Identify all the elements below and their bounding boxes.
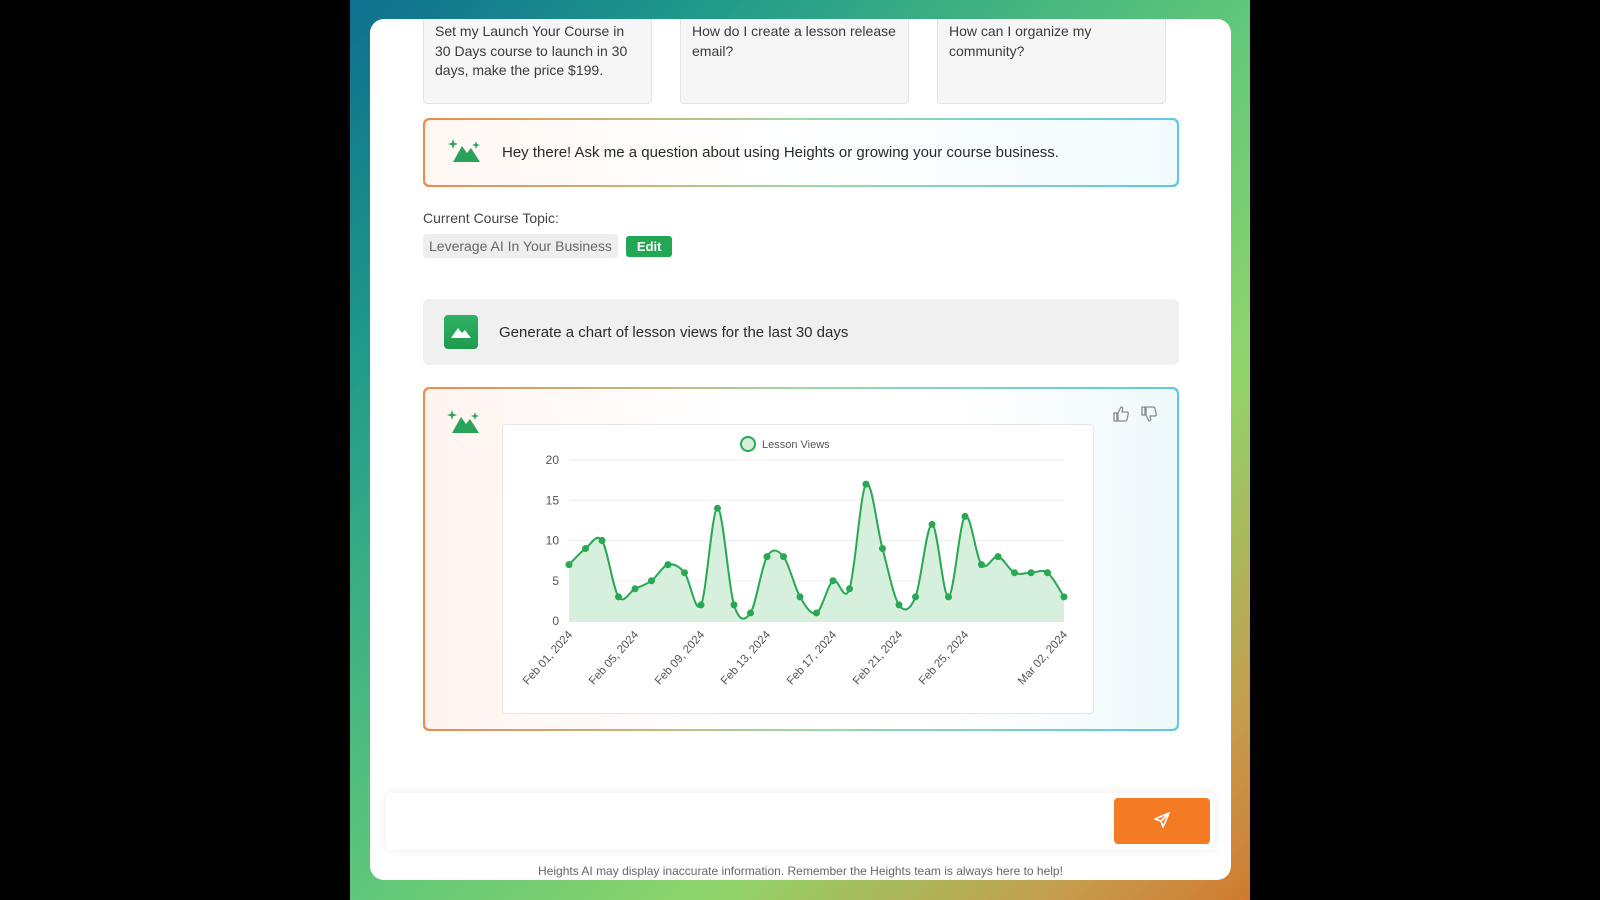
data-point [895, 601, 903, 609]
app-background: Set my Launch Your Course in 30 Days cou… [350, 0, 1250, 900]
y-axis: 0 5 10 15 20 [546, 453, 560, 628]
thumbs-up-icon[interactable] [1112, 405, 1130, 428]
x-tick-label: Feb 17, 2024 [785, 629, 840, 688]
data-point [1011, 569, 1018, 577]
legend-label: Lesson Views [762, 439, 830, 451]
feedback-buttons [1112, 405, 1158, 428]
x-tick-label: Feb 25, 2024 [917, 629, 972, 688]
y-tick-label: 20 [546, 453, 560, 467]
x-tick-label: Mar 02, 2024 [1016, 629, 1071, 688]
x-tick-label: Feb 13, 2024 [719, 629, 774, 688]
ai-chart-response: Lesson Views 0 5 10 15 20 Feb 01, 2024 Feb 05… [423, 387, 1179, 731]
paper-plane-icon [1153, 811, 1171, 832]
data-point [730, 601, 738, 609]
data-point [1060, 593, 1068, 601]
x-tick-label: Feb 01, 2024 [521, 629, 576, 688]
data-point [615, 593, 622, 601]
sparkle-mountain-icon [447, 136, 483, 169]
data-point [631, 585, 639, 593]
y-tick-label: 15 [546, 493, 560, 507]
ai-chart-response-body: Lesson Views 0 5 10 15 20 Feb 01, 2024 Feb 05… [425, 389, 1177, 729]
data-point [912, 593, 919, 601]
send-button[interactable] [1114, 798, 1210, 844]
data-point [648, 577, 655, 585]
data-point [714, 504, 721, 512]
data-point [862, 480, 870, 488]
ai-chat-panel: Set my Launch Your Course in 30 Days cou… [370, 19, 1231, 880]
sparkle-mountain-icon [446, 407, 482, 440]
data-point [697, 601, 705, 609]
suggestion-text: How do I create a lesson release email? [692, 23, 896, 59]
chart-area [568, 482, 1065, 621]
disclaimer-text: Heights AI may display inaccurate inform… [538, 864, 1063, 878]
x-tick-label: Feb 21, 2024 [851, 629, 906, 688]
data-point [846, 585, 853, 593]
data-point [928, 520, 936, 528]
mountain-icon [444, 315, 478, 349]
data-point [664, 561, 672, 569]
data-point [565, 561, 573, 569]
chat-input-bar [386, 793, 1215, 850]
legend-marker [740, 436, 756, 452]
data-point [1044, 569, 1051, 577]
data-point [582, 545, 589, 553]
data-point [829, 577, 837, 585]
suggestion-text: Set my Launch Your Course in 30 Days cou… [435, 23, 628, 78]
data-point [796, 593, 804, 601]
x-tick-label: Feb 05, 2024 [587, 629, 642, 688]
lesson-views-chart: Lesson Views 0 5 10 15 20 Feb 01, 2024 Feb 05… [521, 436, 1071, 688]
data-point [780, 553, 787, 561]
suggestion-card[interactable]: How do I create a lesson release email? [680, 19, 909, 104]
data-point [813, 609, 820, 617]
greeting-text: Hey there! Ask me a question about using… [502, 144, 1059, 161]
edit-topic-button[interactable]: Edit [625, 235, 673, 257]
series-area-fill [569, 483, 1064, 621]
data-point [879, 545, 886, 553]
suggestion-card[interactable]: Set my Launch Your Course in 30 Days cou… [423, 19, 652, 104]
user-message: Generate a chart of lesson views for the… [423, 299, 1179, 365]
course-topic-row: Leverage AI In Your Business Edit [423, 234, 673, 258]
thumbs-down-icon[interactable] [1140, 405, 1158, 428]
ai-greeting-message: Hey there! Ask me a question about using… [423, 118, 1179, 187]
data-point [747, 609, 754, 617]
y-tick-label: 10 [546, 534, 560, 548]
x-axis: Feb 01, 2024 Feb 05, 2024 Feb 09, 2024 Feb … [521, 629, 1071, 688]
lesson-views-chart-card: Lesson Views 0 5 10 15 20 Feb 01, 2024 Feb 05… [502, 424, 1094, 714]
data-point [681, 569, 688, 577]
suggestion-text: How can I organize my community? [949, 23, 1092, 59]
suggestion-card[interactable]: How can I organize my community? [937, 19, 1166, 104]
x-tick-label: Feb 09, 2024 [653, 629, 708, 688]
y-tick-label: 5 [552, 574, 559, 588]
data-point [961, 512, 969, 520]
user-message-text: Generate a chart of lesson views for the… [499, 323, 849, 341]
data-point [598, 537, 606, 544]
ai-greeting-body: Hey there! Ask me a question about using… [425, 120, 1177, 185]
data-point [1027, 569, 1035, 577]
data-point [945, 593, 952, 601]
course-topic-label: Current Course Topic: [423, 210, 559, 226]
chat-message-input[interactable] [398, 803, 1098, 839]
data-point [763, 553, 771, 561]
course-topic-value: Leverage AI In Your Business [423, 234, 618, 258]
y-tick-label: 0 [552, 614, 559, 628]
chart-legend: Lesson Views [740, 436, 830, 452]
data-point [978, 561, 985, 569]
data-point [994, 553, 1002, 561]
